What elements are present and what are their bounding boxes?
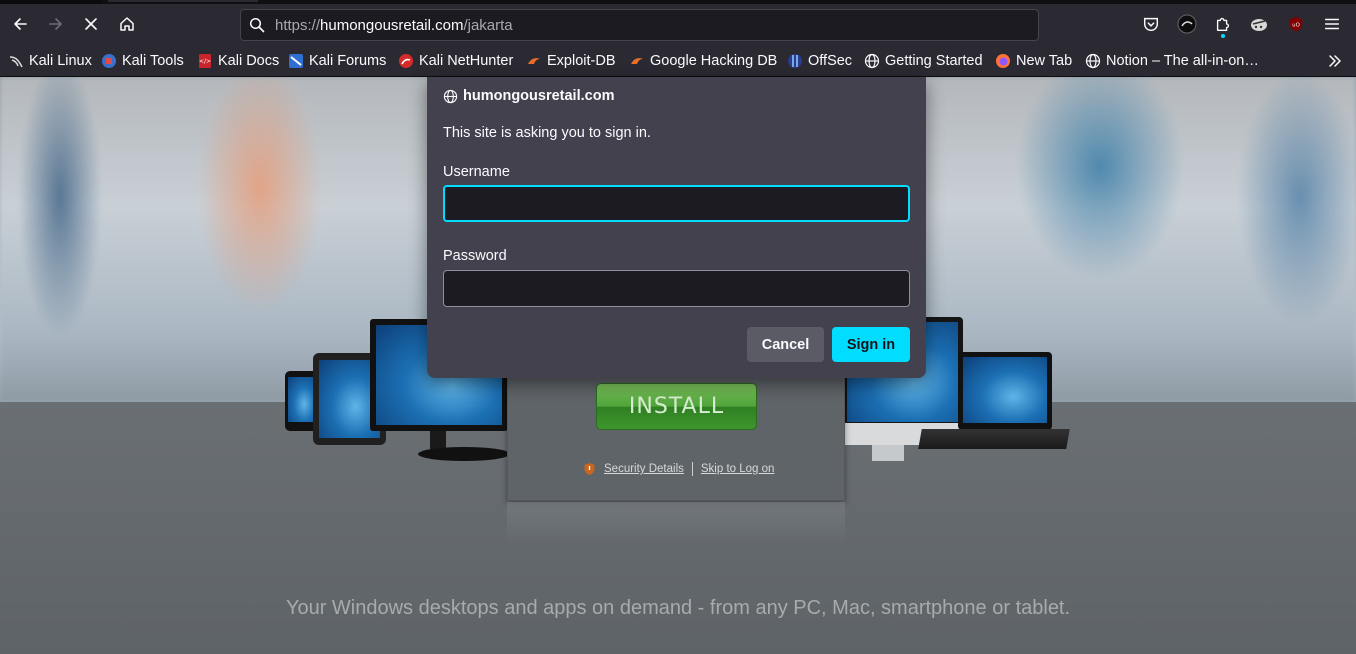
bookmark-kali-nethunter[interactable]: Kali NetHunter — [398, 51, 513, 71]
ublock-button[interactable]: uO — [1284, 12, 1308, 36]
bookmarks-toolbar: Kali Linux Kali Tools </> Kali Docs Kali… — [0, 44, 1356, 77]
back-arrow-icon — [14, 18, 27, 30]
offsec-icon — [788, 54, 802, 68]
security-details-link[interactable]: Security Details — [604, 463, 684, 475]
page-tagline: Your Windows desktops and apps on demand… — [285, 597, 1071, 619]
bookmark-kali-tools[interactable]: Kali Tools — [101, 51, 184, 71]
nethunter-icon — [399, 54, 413, 68]
dialog-header: humongousretail.com — [443, 88, 614, 104]
imac-stand-image — [872, 445, 904, 461]
bookmark-label: Exploit-DB — [547, 53, 616, 69]
close-icon — [85, 18, 97, 30]
bookmarks-overflow-chevron-icon[interactable] — [1326, 52, 1344, 70]
install-button[interactable]: INSTALL — [596, 383, 757, 430]
forward-button[interactable] — [42, 10, 70, 38]
pocket-button[interactable] — [1139, 12, 1163, 36]
bookmark-label: Kali Linux — [29, 53, 92, 69]
link-separator — [691, 462, 693, 476]
laptop-device-image — [958, 352, 1052, 430]
bookmark-getting-started[interactable]: Getting Started — [864, 51, 983, 71]
bookmark-offsec[interactable]: OffSec — [787, 51, 852, 71]
kali-forums-icon — [289, 54, 303, 68]
url-scheme: https:// — [275, 17, 321, 34]
back-button[interactable] — [6, 10, 34, 38]
laptop-keyboard-image — [918, 429, 1070, 449]
bookmark-label: Kali Docs — [218, 53, 280, 69]
svg-text:uO: uO — [1292, 23, 1300, 29]
ghdb-icon — [631, 58, 643, 64]
panel-links: Security Details Skip to Log on — [583, 462, 774, 476]
pocket-icon — [1143, 17, 1159, 32]
stop-loading-button[interactable] — [77, 10, 105, 38]
bookmark-label: Kali NetHunter — [419, 53, 514, 69]
notification-dot — [1221, 34, 1225, 38]
http-auth-dialog: humongousretail.com This site is asking … — [427, 77, 926, 378]
dialog-message: This site is asking you to sign in. — [443, 125, 651, 141]
hamburger-menu-icon — [1324, 18, 1340, 30]
bookmark-exploit-db[interactable]: Exploit-DB — [526, 51, 616, 71]
bookmark-label: New Tab — [1016, 53, 1073, 69]
url-text: https://humongousretail.com/jakarta — [275, 17, 513, 34]
navigation-toolbar: https://humongousretail.com/jakarta uO — [0, 4, 1356, 44]
kali-extension-icon — [1177, 14, 1197, 34]
globe-icon — [443, 89, 458, 103]
bookmark-label: Google Hacking DB — [650, 53, 778, 69]
dialog-host: humongousretail.com — [463, 88, 615, 104]
monitor-stand-image — [430, 431, 446, 449]
app-menu-button[interactable] — [1320, 12, 1344, 36]
bookmark-notion[interactable]: Notion – The all-in-on… — [1085, 51, 1259, 71]
kali-dragon-icon — [9, 56, 23, 68]
sign-in-button[interactable]: Sign in — [832, 327, 910, 362]
extensions-button[interactable] — [1211, 12, 1235, 38]
username-field[interactable] — [443, 185, 910, 222]
password-label: Password — [443, 248, 507, 264]
kali-docs-icon: </> — [199, 54, 211, 68]
password-field[interactable] — [443, 270, 910, 307]
globe-icon — [864, 53, 880, 69]
cookie-extension-icon — [1251, 19, 1267, 31]
search-icon — [249, 17, 265, 33]
shield-icon — [584, 463, 595, 475]
kali-tools-icon — [102, 54, 116, 68]
cancel-button[interactable]: Cancel — [747, 327, 824, 362]
username-label: Username — [443, 164, 510, 180]
puzzle-icon — [1216, 17, 1230, 31]
url-bar[interactable]: https://humongousretail.com/jakarta — [240, 9, 1039, 41]
forward-arrow-icon — [49, 18, 62, 30]
bookmark-label: Getting Started — [885, 53, 983, 69]
home-icon — [120, 17, 134, 31]
extension-cookie-button[interactable] — [1247, 12, 1271, 36]
bookmark-kali-linux[interactable]: Kali Linux — [8, 51, 92, 71]
bookmark-kali-docs[interactable]: </> Kali Docs — [197, 51, 279, 71]
bookmark-label: Kali Forums — [309, 53, 387, 69]
firefox-icon — [996, 54, 1010, 68]
home-button[interactable] — [113, 10, 141, 38]
bookmark-label: Kali Tools — [122, 53, 184, 69]
globe-icon — [1085, 53, 1101, 69]
url-host: humongousretail.com — [320, 17, 464, 34]
tab-loading-indicator — [108, 0, 258, 2]
bookmark-google-hacking-db[interactable]: Google Hacking DB — [629, 51, 777, 71]
bookmark-label: Notion – The all-in-on… — [1106, 53, 1259, 69]
ublock-origin-icon: uO — [1289, 16, 1303, 32]
bookmark-new-tab[interactable]: New Tab — [995, 51, 1072, 71]
skip-logon-link[interactable]: Skip to Log on — [701, 463, 775, 475]
bookmark-label: OffSec — [808, 53, 853, 69]
bookmark-kali-forums[interactable]: Kali Forums — [288, 51, 386, 71]
url-path: /jakarta — [463, 17, 513, 34]
exploit-db-icon — [528, 58, 540, 64]
svg-text:</>: </> — [199, 58, 211, 65]
monitor-base-image — [418, 447, 510, 461]
panel-reflection — [507, 502, 845, 544]
extension-kali-button[interactable] — [1175, 12, 1199, 36]
